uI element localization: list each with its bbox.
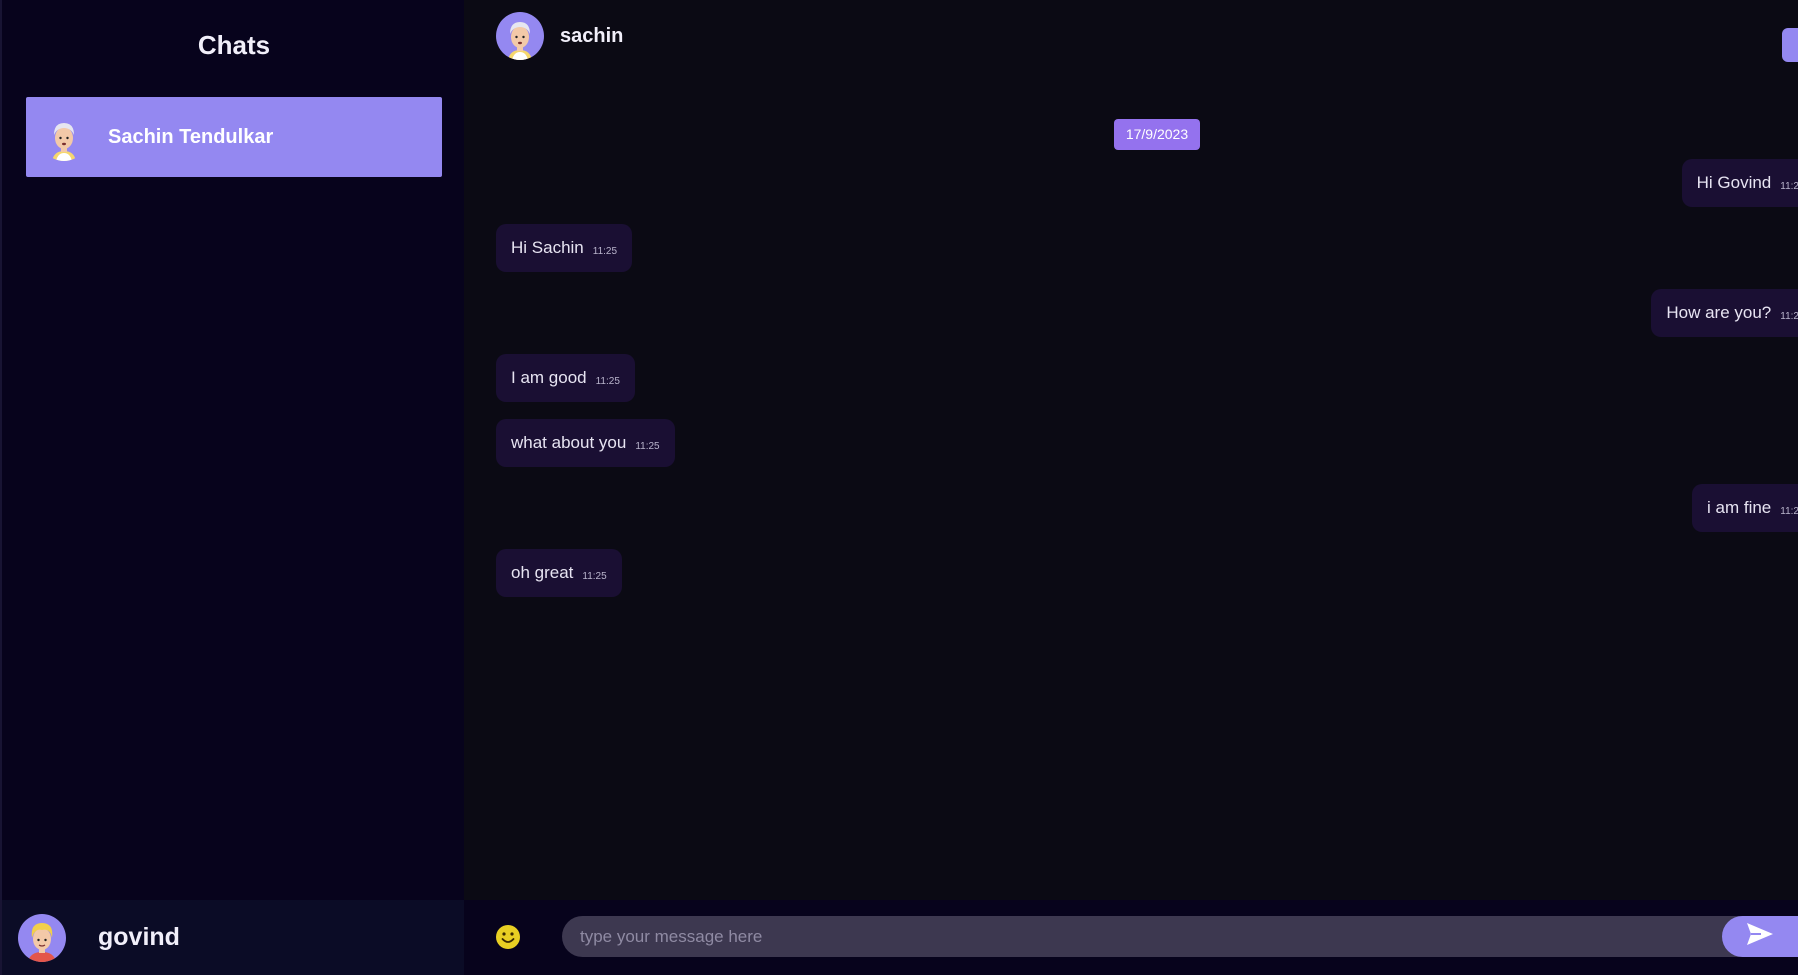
smiley-icon[interactable] bbox=[495, 924, 521, 950]
message-time: 11:2 bbox=[1780, 310, 1798, 322]
message-composer bbox=[464, 900, 1798, 975]
message-text: what about you bbox=[511, 433, 627, 452]
message-bubble-sent: How are you? 11:2 bbox=[1651, 289, 1798, 337]
chat-panel: sachin 17/9/2023 Hi Govind 11:2 Hi Sachi… bbox=[464, 0, 1798, 975]
chat-item-sachin[interactable]: Sachin Tendulkar bbox=[26, 97, 442, 177]
message-bubble-sent: i am fine 11:2 bbox=[1692, 484, 1798, 532]
old-man-avatar-icon[interactable] bbox=[496, 12, 544, 60]
message-text: I am good bbox=[511, 368, 587, 387]
current-user-bar: govind bbox=[2, 900, 466, 975]
message-time: 11:25 bbox=[592, 245, 618, 257]
chats-sidebar: Chats Sachin Tendulkar govind bbox=[0, 0, 466, 975]
blond-boy-avatar-icon[interactable] bbox=[18, 913, 66, 962]
send-arrow-icon bbox=[1745, 921, 1775, 952]
message-time: 11:25 bbox=[595, 375, 620, 387]
message-bubble-received: I am good 11:25 bbox=[496, 354, 635, 402]
message-text: i am fine bbox=[1707, 498, 1772, 517]
message-time: 11:25 bbox=[582, 570, 607, 582]
message-time: 11:2 bbox=[1780, 505, 1798, 517]
message-bubble-received: what about you 11:25 bbox=[496, 419, 675, 467]
contact-name: sachin bbox=[560, 24, 624, 47]
message-bubble-sent: Hi Govind 11:2 bbox=[1681, 159, 1798, 207]
message-input[interactable] bbox=[562, 916, 1798, 957]
date-separator: 17/9/2023 bbox=[1114, 119, 1200, 150]
message-text: Hi Govind bbox=[1696, 173, 1772, 192]
message-text: How are you? bbox=[1666, 303, 1772, 322]
chat-header: sachin bbox=[464, 0, 1798, 86]
sidebar-title: Chats bbox=[197, 30, 271, 60]
header-action-button[interactable] bbox=[1782, 28, 1798, 62]
send-button[interactable] bbox=[1722, 916, 1798, 957]
old-man-avatar-icon bbox=[40, 113, 88, 161]
message-bubble-received: Hi Sachin 11:25 bbox=[496, 224, 633, 272]
message-bubble-received: oh great 11:25 bbox=[496, 549, 622, 597]
message-text: oh great bbox=[511, 563, 574, 582]
message-time: 11:25 bbox=[635, 440, 660, 452]
chat-item-name: Sachin Tendulkar bbox=[108, 125, 274, 148]
message-time: 11:2 bbox=[1780, 180, 1798, 192]
message-text: Hi Sachin bbox=[511, 238, 584, 257]
current-user-name: govind bbox=[98, 923, 180, 951]
